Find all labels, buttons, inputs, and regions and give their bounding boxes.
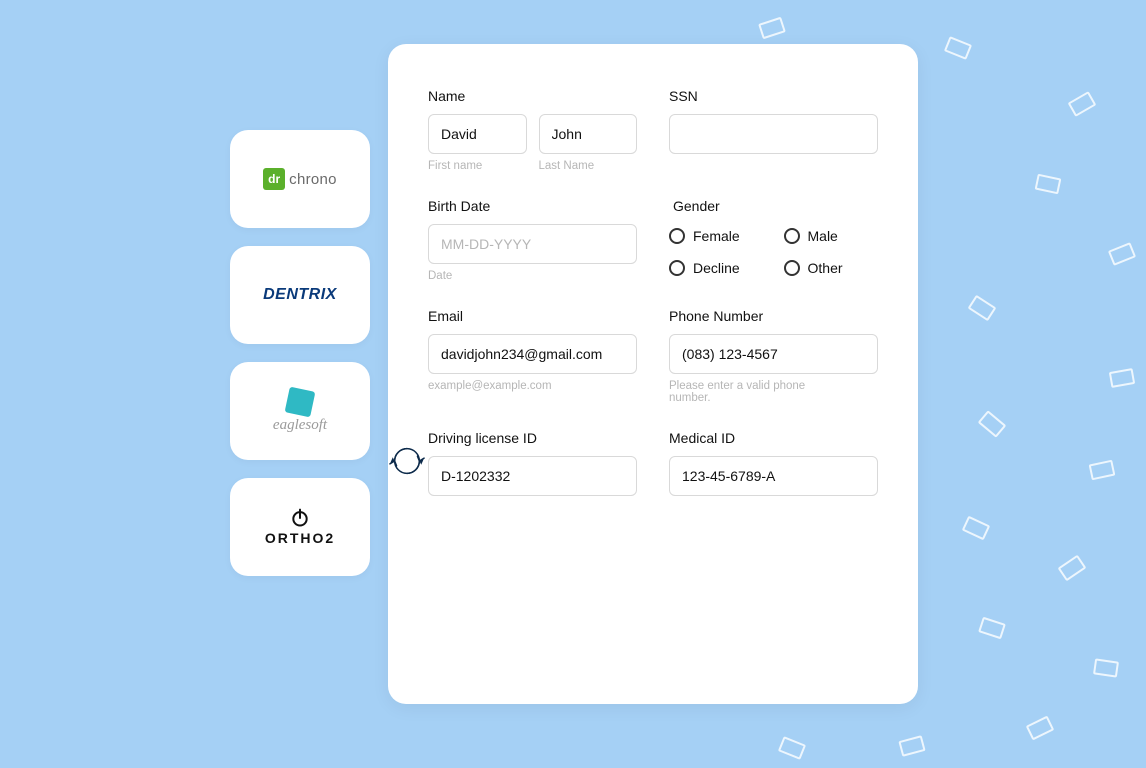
radio-icon [784, 228, 800, 244]
ssn-label: SSN [669, 88, 878, 104]
eaglesoft-text: eaglesoft [273, 417, 327, 434]
decor-rect [1026, 716, 1055, 741]
decor-rect [898, 735, 925, 757]
email-hint: example@example.com [428, 380, 637, 392]
gender-option-label: Other [808, 260, 843, 276]
radio-icon [784, 260, 800, 276]
decor-rect [962, 516, 991, 541]
integration-card-dentrix[interactable]: DENTRIX [230, 246, 370, 344]
gender-field-group: Gender Female Male Decline [669, 198, 878, 282]
drchrono-badge: dr [263, 168, 285, 190]
integration-logo-column: dr chrono DENTRIX eaglesoft ORTHO2 [230, 130, 370, 576]
email-label: Email [428, 308, 637, 324]
stage: dr chrono DENTRIX eaglesoft ORTHO2 Name [230, 44, 918, 704]
license-input[interactable] [428, 456, 637, 496]
decor-rect [978, 410, 1007, 438]
decor-rect [1093, 658, 1119, 677]
name-label: Name [428, 88, 637, 104]
email-field-group: Email example@example.com [428, 308, 637, 404]
power-icon [290, 508, 310, 528]
phone-field-group: Phone Number Please enter a valid phone … [669, 308, 878, 404]
medical-field-group: Medical ID [669, 430, 878, 496]
dentrix-logo: DENTRIX [263, 286, 337, 304]
decor-rect [758, 17, 786, 40]
phone-hint: Please enter a valid phone number. [669, 380, 849, 404]
ortho2-text: ORTHO2 [265, 530, 335, 546]
birthdate-field-group: Birth Date Date [428, 198, 637, 282]
gender-label: Gender [673, 198, 878, 214]
birthdate-input[interactable] [428, 224, 637, 264]
license-label: Driving license ID [428, 430, 637, 446]
decor-rect [1108, 242, 1136, 266]
eaglesoft-icon [285, 386, 316, 417]
integration-card-ortho2[interactable]: ORTHO2 [230, 478, 370, 576]
gender-radio-female[interactable]: Female [669, 228, 764, 244]
sync-icon [388, 442, 426, 480]
medical-input[interactable] [669, 456, 878, 496]
radio-icon [669, 260, 685, 276]
medical-label: Medical ID [669, 430, 878, 446]
license-field-group: Driving license ID [428, 430, 637, 496]
decor-rect [1068, 91, 1097, 117]
last-name-hint: Last Name [539, 160, 638, 172]
gender-radio-other[interactable]: Other [784, 260, 879, 276]
ortho2-logo: ORTHO2 [265, 508, 335, 546]
decor-rect [778, 736, 806, 760]
gender-option-label: Female [693, 228, 740, 244]
decor-rect [1035, 174, 1062, 195]
decor-rect [1109, 368, 1135, 388]
phone-label: Phone Number [669, 308, 878, 324]
decor-rect [968, 295, 997, 321]
drchrono-logo: dr chrono [263, 168, 337, 190]
email-input[interactable] [428, 334, 637, 374]
drchrono-text: chrono [289, 171, 337, 188]
gender-option-label: Decline [693, 260, 740, 276]
name-field-group: Name First name Last Name [428, 88, 637, 172]
gender-option-label: Male [808, 228, 838, 244]
radio-icon [669, 228, 685, 244]
gender-radio-male[interactable]: Male [784, 228, 879, 244]
birthdate-hint: Date [428, 270, 637, 282]
last-name-input[interactable] [539, 114, 638, 154]
integration-card-eaglesoft[interactable]: eaglesoft [230, 362, 370, 460]
decor-rect [1089, 460, 1116, 481]
ssn-input[interactable] [669, 114, 878, 154]
decor-rect [978, 617, 1006, 640]
first-name-input[interactable] [428, 114, 527, 154]
phone-input[interactable] [669, 334, 878, 374]
first-name-hint: First name [428, 160, 527, 172]
gender-radio-decline[interactable]: Decline [669, 260, 764, 276]
eaglesoft-logo: eaglesoft [273, 389, 327, 434]
decor-rect [1058, 555, 1087, 582]
patient-form-card: Name First name Last Name SSN Birth Date [388, 44, 918, 704]
decor-rect [944, 36, 972, 60]
ssn-field-group: SSN [669, 88, 878, 172]
integration-card-drchrono[interactable]: dr chrono [230, 130, 370, 228]
birthdate-label: Birth Date [428, 198, 637, 214]
